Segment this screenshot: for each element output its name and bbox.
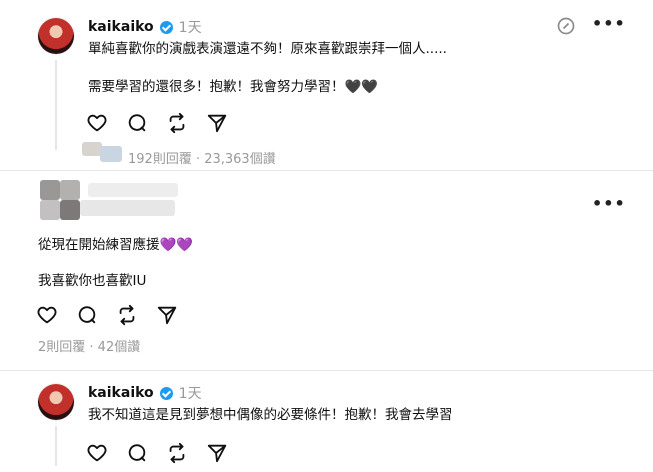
send-icon[interactable] bbox=[206, 112, 228, 138]
post-text-line: 我喜歡你也喜歡IU bbox=[38, 273, 147, 289]
comment-icon[interactable] bbox=[126, 112, 148, 138]
edit-icon[interactable] bbox=[556, 16, 576, 40]
reply-like-count[interactable]: 192則回覆 · 23,363個讚 bbox=[128, 148, 276, 167]
action-bar bbox=[86, 112, 228, 138]
timestamp[interactable]: 1天 bbox=[179, 383, 202, 403]
thread-line bbox=[55, 426, 57, 466]
divider bbox=[0, 170, 653, 171]
send-icon[interactable] bbox=[206, 442, 228, 468]
username[interactable]: kaikaiko bbox=[88, 19, 154, 35]
heart-icon[interactable] bbox=[86, 112, 108, 138]
action-bar bbox=[36, 304, 178, 330]
replier-avatar[interactable] bbox=[100, 146, 122, 162]
action-bar bbox=[86, 442, 228, 468]
post-text-line: 需要學習的還很多！抱歉！我會努力學習！🖤🖤 bbox=[88, 79, 379, 95]
pixelated-username bbox=[80, 200, 175, 216]
heart-icon[interactable] bbox=[86, 442, 108, 468]
thread-line bbox=[55, 60, 57, 150]
more-icon[interactable]: ••• bbox=[592, 194, 626, 213]
repost-icon[interactable] bbox=[166, 442, 188, 468]
pixelated-avatar bbox=[60, 180, 80, 200]
pixelated-avatar bbox=[40, 200, 60, 220]
avatar[interactable] bbox=[38, 384, 74, 420]
post-text-line: 我不知道這是見到夢想中偶像的必要條件！抱歉！我會去學習 bbox=[88, 407, 453, 423]
heart-icon[interactable] bbox=[36, 304, 58, 330]
send-icon[interactable] bbox=[156, 304, 178, 330]
pixelated-avatar bbox=[40, 180, 60, 200]
avatar[interactable] bbox=[38, 18, 74, 54]
username[interactable]: kaikaiko bbox=[88, 385, 154, 401]
more-icon[interactable]: ••• bbox=[592, 14, 626, 33]
pixelated-username bbox=[88, 183, 178, 197]
replier-avatar[interactable] bbox=[82, 142, 102, 156]
comment-icon[interactable] bbox=[126, 442, 148, 468]
comment-icon[interactable] bbox=[76, 304, 98, 330]
divider bbox=[0, 370, 653, 371]
post-text-line: 從現在開始練習應援💜💜 bbox=[38, 237, 194, 253]
post-text-line: 單純喜歡你的演戲表演還遠不夠！原來喜歡跟崇拜一個人..... bbox=[88, 41, 447, 57]
verified-badge-icon bbox=[159, 386, 173, 400]
repost-icon[interactable] bbox=[116, 304, 138, 330]
reply-like-count[interactable]: 2則回覆 · 42個讚 bbox=[38, 336, 140, 355]
timestamp[interactable]: 1天 bbox=[179, 17, 202, 37]
verified-badge-icon bbox=[159, 20, 173, 34]
pixelated-avatar bbox=[60, 200, 80, 220]
repost-icon[interactable] bbox=[166, 112, 188, 138]
